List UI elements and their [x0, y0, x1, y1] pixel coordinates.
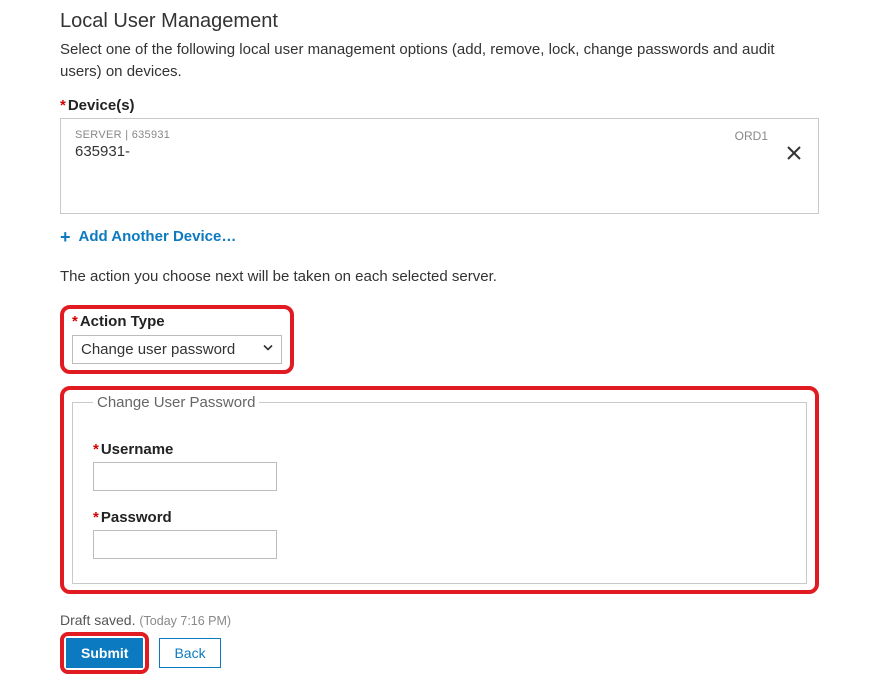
draft-saved-line: Draft saved. (Today 7:16 PM) — [60, 612, 819, 628]
password-field[interactable] — [93, 530, 277, 559]
back-button[interactable]: Back — [159, 638, 220, 668]
device-meta: SERVER | 635931 — [75, 129, 804, 141]
submit-button[interactable]: Submit — [66, 638, 143, 668]
action-type-select[interactable]: Change user password — [72, 335, 282, 364]
change-password-legend: Change User Password — [93, 394, 259, 411]
add-device-link[interactable]: + Add Another Device… — [60, 228, 236, 246]
draft-timestamp: (Today 7:16 PM) — [139, 614, 231, 628]
action-type-label: *Action Type — [72, 313, 282, 330]
plus-icon: + — [60, 228, 71, 246]
action-subtext: The action you choose next will be taken… — [60, 268, 819, 285]
page-intro: Select one of the following local user m… — [60, 39, 819, 83]
action-type-highlight: *Action Type Change user password — [60, 305, 294, 374]
devices-label: *Device(s) — [60, 97, 819, 114]
close-icon[interactable] — [784, 143, 804, 163]
device-card: SERVER | 635931 635931- ORD1 — [60, 118, 819, 214]
password-label: *Password — [93, 509, 786, 526]
change-password-fieldset: Change User Password *Username *Password — [72, 394, 807, 584]
change-password-highlight: Change User Password *Username *Password — [60, 386, 819, 594]
username-field[interactable] — [93, 462, 277, 491]
submit-highlight: Submit — [60, 632, 149, 674]
username-label: *Username — [93, 441, 786, 458]
device-name: 635931- — [75, 143, 804, 160]
device-region: ORD1 — [735, 129, 768, 143]
add-device-label: Add Another Device… — [79, 228, 237, 245]
page-title: Local User Management — [60, 10, 819, 33]
draft-saved-text: Draft saved. — [60, 612, 135, 628]
